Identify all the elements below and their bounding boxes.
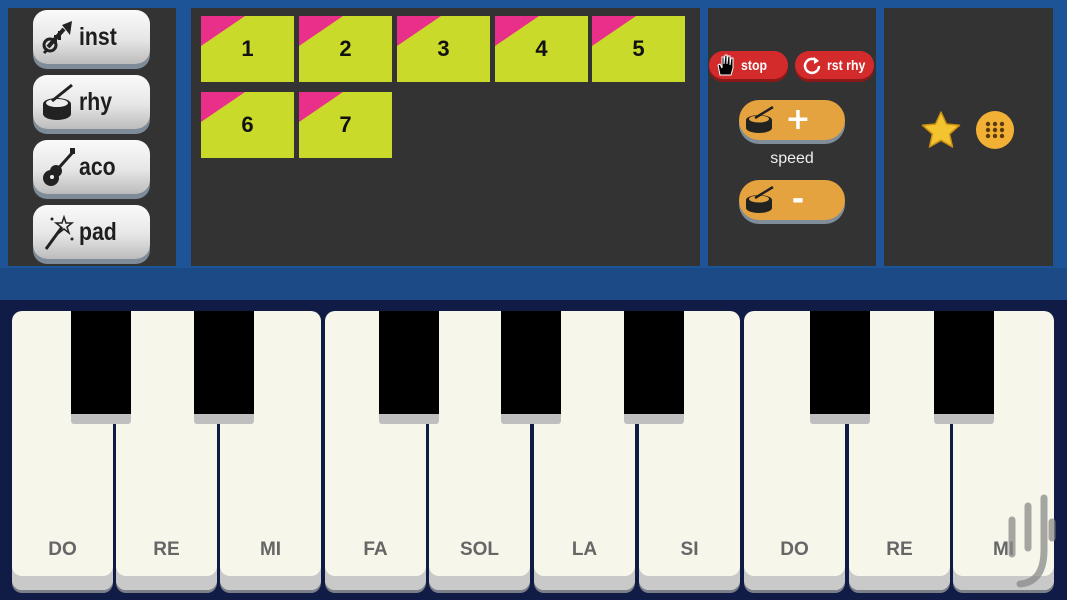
pad-button[interactable]: pad xyxy=(33,205,150,259)
hand-icon xyxy=(715,54,737,76)
black-key[interactable] xyxy=(934,311,994,424)
drum-icon xyxy=(39,80,77,124)
black-key[interactable] xyxy=(71,311,131,424)
grid-menu-icon[interactable] xyxy=(975,110,1015,150)
reset-rhythm-button-label: rst rhy xyxy=(827,57,866,73)
watermark-logo xyxy=(1000,492,1060,592)
reset-rhythm-button[interactable]: rst rhy xyxy=(795,51,874,79)
rhythm-tile-6[interactable]: 6 xyxy=(201,92,294,158)
divider-band xyxy=(0,268,1067,300)
rhythm-tile-7[interactable]: 7 xyxy=(299,92,392,158)
rhythm-tile-1[interactable]: 1 xyxy=(201,16,294,82)
refresh-icon xyxy=(801,54,823,76)
stop-button[interactable]: stop xyxy=(709,51,788,79)
plus-symbol: + xyxy=(785,102,811,137)
rhythm-button[interactable]: rhy xyxy=(33,75,150,129)
drum-icon xyxy=(743,105,777,135)
black-key[interactable] xyxy=(810,311,870,424)
pad-button-label: pad xyxy=(79,217,117,246)
minus-symbol: - xyxy=(791,182,805,217)
black-key[interactable] xyxy=(624,311,684,424)
black-key[interactable] xyxy=(379,311,439,424)
speed-up-button[interactable]: + xyxy=(739,100,845,140)
acoustic-button[interactable]: aco xyxy=(33,140,150,194)
black-key[interactable] xyxy=(501,311,561,424)
instrument-button[interactable]: inst xyxy=(33,10,150,64)
rhythm-button-label: rhy xyxy=(79,87,113,116)
rhythm-tile-5[interactable]: 5 xyxy=(592,16,685,82)
instrument-button-label: inst xyxy=(79,22,117,51)
speed-label: speed xyxy=(770,150,814,167)
trumpet-icon xyxy=(39,15,77,59)
guitar-icon xyxy=(39,145,77,189)
black-key[interactable] xyxy=(194,311,254,424)
speed-down-button[interactable]: - xyxy=(739,180,845,220)
rhythm-tile-4[interactable]: 4 xyxy=(495,16,588,82)
acoustic-button-label: aco xyxy=(79,152,116,181)
magic-wand-icon xyxy=(39,210,77,254)
star-icon[interactable] xyxy=(920,109,962,151)
extras-panel xyxy=(884,8,1053,266)
drum-icon xyxy=(743,185,777,215)
rhythm-tile-2[interactable]: 2 xyxy=(299,16,392,82)
stop-button-label: stop xyxy=(741,57,768,73)
rhythm-tile-3[interactable]: 3 xyxy=(397,16,490,82)
